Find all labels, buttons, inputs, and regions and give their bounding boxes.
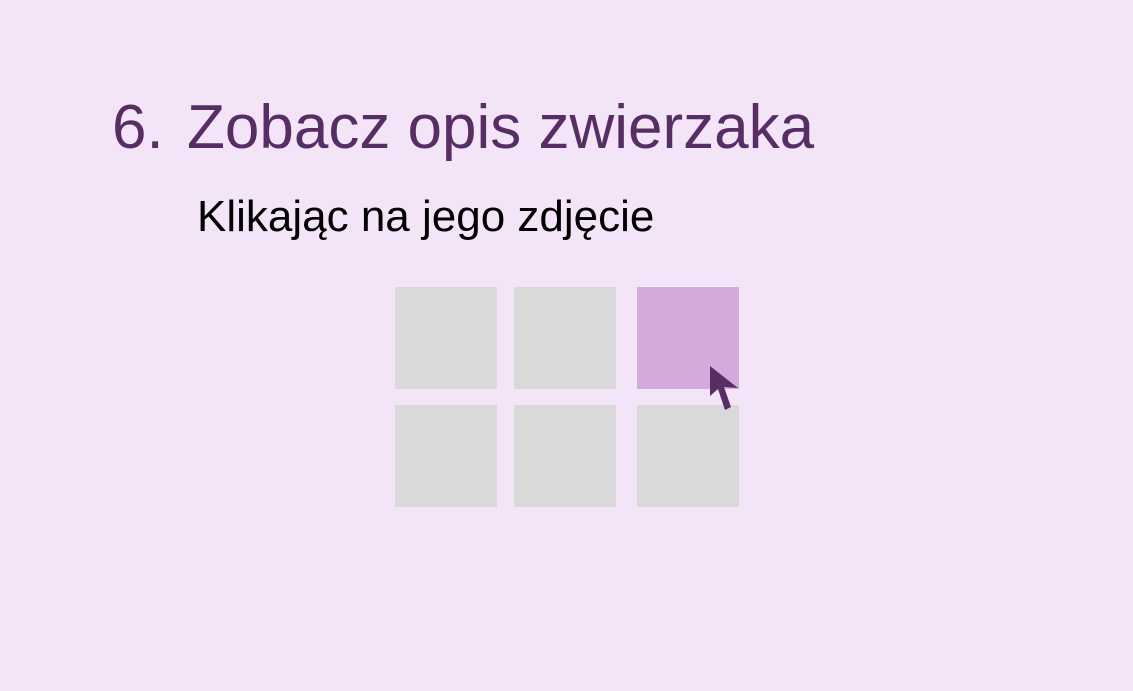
pet-photo-tile[interactable]	[514, 287, 616, 389]
mouse-pointer-icon	[710, 366, 738, 410]
step-subtitle: Klikając na jego zdjęcie	[197, 192, 655, 241]
pet-photo-tile[interactable]	[514, 405, 616, 507]
pet-photo-tile[interactable]	[395, 405, 497, 507]
step-heading: 6. Zobacz opis zwierzaka	[112, 92, 814, 164]
step-title: Zobacz opis zwierzaka	[187, 93, 815, 162]
pet-photo-tile[interactable]	[395, 287, 497, 389]
pet-photo-tile[interactable]	[637, 405, 739, 507]
step-number: 6.	[112, 93, 164, 162]
